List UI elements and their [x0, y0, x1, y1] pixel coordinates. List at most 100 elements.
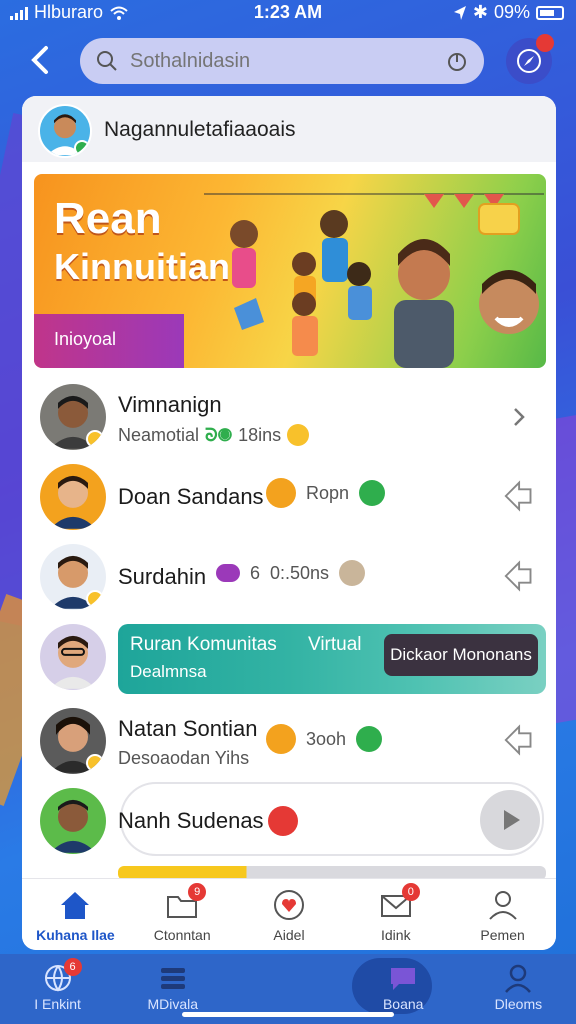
banner-title: Rean	[54, 194, 162, 243]
tab-badge: 9	[188, 883, 207, 901]
list-item[interactable]: Doan Sandans Ropn	[22, 456, 556, 536]
contact-meta: 6 0:.50ns	[216, 560, 366, 586]
contact-time: 18ins	[238, 424, 282, 445]
share-icon[interactable]	[502, 724, 536, 758]
nav-explore[interactable]: 6 I Enkint	[0, 954, 115, 1024]
back-button[interactable]	[26, 42, 62, 78]
main-card: Nagannuletafiaaoais Rean Kinnuitian Inio…	[22, 96, 556, 950]
clock: 1:23 AM	[253, 2, 323, 22]
reaction-icon	[266, 724, 296, 754]
contact-time: 3ooh	[306, 728, 347, 749]
play-button[interactable]	[480, 790, 540, 850]
nav-profile[interactable]: Dleoms	[461, 954, 576, 1024]
tab-label: Aidel	[273, 927, 305, 943]
banner-illustration	[204, 193, 544, 368]
contact-subtitle: Neamotial	[118, 424, 200, 445]
avatar	[40, 544, 106, 610]
tab-label: Kuhana Ilae	[36, 927, 115, 943]
person-icon	[505, 964, 532, 993]
contact-subtitle: Desoaodan Yihs	[118, 748, 250, 768]
tab-label: Ctonntan	[153, 927, 211, 943]
battery-icon	[536, 5, 564, 20]
tab-bar: Kuhana Ilae 9 Ctonntan Aidel 0 Idink Pem…	[22, 878, 556, 950]
activity-icon: ᘐ◉	[205, 424, 233, 445]
contact-meta: 3ooh	[266, 724, 383, 754]
nav-label: Boana	[382, 996, 424, 1012]
eye-icon	[359, 480, 386, 506]
contact-name: Nanh Sudenas	[118, 808, 264, 833]
search-icon	[97, 51, 117, 71]
compass-button[interactable]	[506, 34, 554, 84]
contact-meta: Ropn	[266, 478, 386, 508]
compass-icon	[517, 49, 541, 73]
tab-profile[interactable]: Pemen	[449, 879, 556, 950]
nav-label: I Enkint	[34, 996, 81, 1012]
online-indicator	[74, 140, 90, 156]
banner-tag: Inioyoal	[34, 314, 184, 368]
list-icon	[160, 968, 185, 989]
contact-time: 0:.50ns	[270, 562, 330, 583]
heart-icon	[273, 890, 304, 920]
banner-subtitle: Kinnuitian	[54, 246, 230, 287]
tab-badge: 0	[401, 883, 420, 901]
avatar	[40, 384, 106, 450]
tab-home[interactable]: Kuhana Ilae	[22, 879, 129, 950]
bluetooth-icon: ✱	[472, 2, 488, 22]
tab-content[interactable]: 9 Ctonntan	[129, 879, 236, 950]
featured-community-card[interactable]: Ruran Komunitas Virtual Dealmnsa Dickaor…	[118, 624, 546, 694]
chevron-left-icon	[31, 46, 48, 74]
status-bar: Hlburaro 1:23 AM ✱ 09%	[0, 0, 576, 28]
search-input[interactable]	[128, 48, 432, 74]
tag-icon	[216, 564, 240, 582]
contact-subtitle-row: Neamotial ᘐ◉ 18ins	[118, 424, 310, 446]
share-icon[interactable]	[502, 480, 536, 514]
avatar	[40, 464, 106, 530]
tab-inbox[interactable]: 0 Idink	[342, 879, 449, 950]
location-icon	[453, 5, 466, 20]
contact-meta-text: Ropn	[306, 482, 350, 503]
featured-action-button[interactable]: Dickaor Mononans	[384, 634, 538, 676]
eye-icon	[356, 726, 383, 752]
contact-name: Doan Sandans	[118, 484, 264, 509]
home-icon	[61, 892, 90, 919]
nav-label: MDivala	[147, 996, 199, 1012]
emoji-icon	[287, 424, 310, 446]
contact-meta-number: 6	[250, 562, 261, 583]
list-item[interactable]: Vimnanign Neamotial ᘐ◉ 18ins	[22, 376, 556, 456]
notification-badge	[536, 34, 554, 52]
contact-name: Vimnanign	[118, 392, 222, 417]
status-indicator	[86, 430, 104, 448]
list-item[interactable]: Surdahin 6 0:.50ns	[22, 536, 556, 616]
person-icon	[488, 891, 517, 920]
avatar	[40, 708, 106, 774]
avatar[interactable]	[38, 104, 92, 158]
tab-label: Pemen	[480, 927, 525, 943]
list-item[interactable]: Natan Sontian Desoaodan Yihs 3ooh	[22, 700, 556, 780]
battery-percent: 09%	[493, 2, 530, 22]
search-bar[interactable]	[80, 38, 484, 84]
featured-subtitle: Dealmnsa	[130, 662, 207, 681]
profile-name: Nagannuletafiaaoais	[104, 118, 296, 141]
nav-badge: 6	[63, 958, 82, 976]
emoji-icon	[339, 560, 366, 586]
home-indicator[interactable]	[182, 1012, 394, 1017]
top-bar	[0, 34, 576, 86]
nav-label: Dleoms	[494, 996, 543, 1012]
timer-icon[interactable]	[446, 50, 468, 72]
contact-name: Surdahin	[118, 564, 207, 589]
share-icon[interactable]	[502, 560, 536, 594]
list-item[interactable]: Nanh Sudenas	[22, 780, 556, 860]
chat-icon	[391, 968, 416, 990]
tab-label: Idink	[381, 927, 411, 943]
reaction-icon	[266, 478, 296, 508]
contact-name: Natan Sontian	[118, 716, 258, 741]
play-icon	[504, 810, 520, 830]
avatar	[40, 788, 106, 854]
promo-banner[interactable]: Rean Kinnuitian Inioyoal	[34, 174, 546, 368]
tab-favorites[interactable]: Aidel	[236, 879, 343, 950]
chevron-right-icon[interactable]	[502, 400, 536, 434]
tomato-icon	[268, 806, 298, 836]
avatar	[40, 624, 106, 690]
featured-title-suffix: Virtual	[308, 634, 362, 655]
profile-header[interactable]: Nagannuletafiaaoais	[22, 96, 556, 162]
